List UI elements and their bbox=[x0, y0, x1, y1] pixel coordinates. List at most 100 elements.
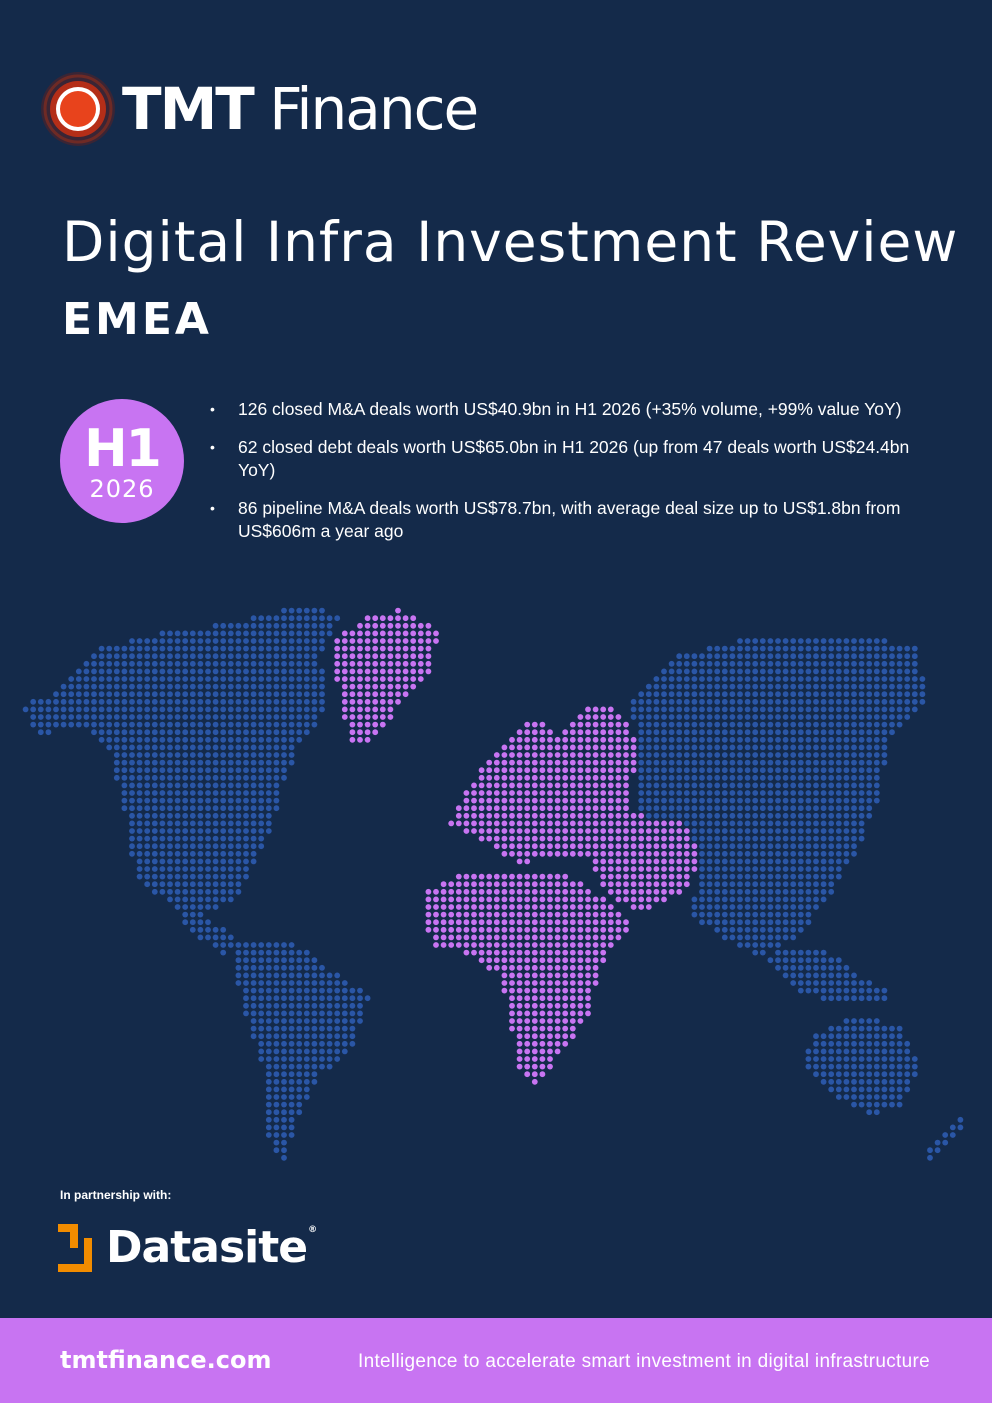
map-dot bbox=[395, 653, 401, 660]
map-dot bbox=[706, 744, 713, 751]
map-dot bbox=[866, 1094, 873, 1100]
map-dot bbox=[714, 653, 721, 660]
map-dot bbox=[243, 1010, 249, 1017]
map-dot bbox=[531, 942, 538, 948]
map-dot bbox=[797, 744, 804, 751]
map-dot bbox=[797, 820, 804, 827]
map-dot bbox=[197, 676, 204, 682]
map-dot bbox=[615, 926, 622, 933]
map-dot bbox=[767, 881, 774, 888]
map-dot bbox=[813, 660, 819, 667]
map-dot bbox=[303, 676, 310, 682]
map-dot bbox=[737, 668, 743, 675]
map-dot bbox=[349, 698, 356, 705]
map-dot bbox=[159, 805, 166, 812]
map-dot bbox=[790, 676, 797, 682]
map-dot bbox=[767, 714, 774, 720]
map-dot bbox=[881, 1101, 888, 1108]
datasite-logo[interactable]: Datasite® bbox=[58, 1222, 317, 1274]
map-dot bbox=[448, 919, 455, 926]
map-dot bbox=[843, 858, 850, 865]
map-dot bbox=[630, 736, 637, 743]
map-dot bbox=[303, 1002, 310, 1009]
map-dot bbox=[759, 729, 766, 736]
map-dot bbox=[630, 767, 637, 774]
map-dot bbox=[227, 888, 234, 895]
map-dot bbox=[858, 790, 865, 796]
map-dot bbox=[592, 904, 599, 910]
map-dot bbox=[326, 972, 333, 979]
map-dot bbox=[220, 790, 227, 796]
map-dot bbox=[699, 888, 705, 895]
tmt-finance-logo[interactable]: TMT Finance bbox=[40, 70, 479, 148]
map-dot bbox=[577, 896, 584, 903]
map-dot bbox=[258, 1033, 265, 1040]
map-dot bbox=[227, 653, 234, 660]
map-dot bbox=[471, 881, 477, 888]
map-dot bbox=[904, 1040, 911, 1047]
map-dot bbox=[585, 850, 591, 857]
map-dot bbox=[68, 698, 75, 705]
map-dot bbox=[189, 790, 196, 796]
map-dot bbox=[296, 1040, 303, 1047]
map-dot bbox=[668, 850, 675, 857]
map-dot bbox=[813, 820, 819, 827]
map-dot bbox=[721, 759, 728, 766]
map-dot bbox=[227, 638, 234, 644]
map-dot bbox=[197, 835, 204, 842]
map-dot bbox=[737, 926, 743, 933]
map-dot bbox=[395, 645, 401, 652]
map-dot bbox=[805, 714, 812, 720]
map-dot bbox=[858, 820, 865, 827]
map-dot bbox=[509, 904, 515, 910]
map-dot bbox=[828, 1078, 835, 1085]
map-dot bbox=[881, 1094, 888, 1100]
map-dot bbox=[524, 752, 531, 758]
map-dot bbox=[714, 645, 721, 652]
map-dot bbox=[828, 782, 835, 789]
map-dot bbox=[144, 774, 151, 781]
map-dot bbox=[174, 668, 181, 675]
footer-url-link[interactable]: tmtfinance.com bbox=[60, 1346, 271, 1374]
map-dot bbox=[281, 706, 287, 713]
map-dot bbox=[592, 782, 599, 789]
map-dot bbox=[174, 752, 181, 758]
map-dot bbox=[881, 638, 888, 644]
map-dot bbox=[524, 782, 531, 789]
map-dot bbox=[341, 1048, 348, 1055]
map-dot bbox=[668, 805, 675, 812]
map-dot bbox=[121, 805, 128, 812]
map-dot bbox=[547, 790, 553, 796]
map-dot bbox=[767, 721, 774, 728]
map-dot bbox=[296, 1018, 303, 1024]
map-dot bbox=[144, 812, 151, 819]
map-dot bbox=[699, 714, 705, 720]
map-dot bbox=[691, 721, 698, 728]
map-dot bbox=[227, 774, 234, 781]
map-dot bbox=[638, 790, 645, 796]
map-dot bbox=[805, 858, 812, 865]
map-dot bbox=[585, 843, 591, 850]
map-dot bbox=[113, 752, 120, 758]
map-dot bbox=[569, 987, 576, 994]
map-dot bbox=[554, 812, 561, 819]
map-dot bbox=[273, 1094, 280, 1100]
map-dot bbox=[828, 729, 835, 736]
map-dot bbox=[281, 1147, 287, 1154]
map-dot bbox=[881, 1063, 888, 1070]
map-dot bbox=[531, 790, 538, 796]
map-dot bbox=[911, 691, 918, 698]
map-dot bbox=[372, 622, 379, 629]
map-dot bbox=[227, 698, 234, 705]
map-dot bbox=[638, 698, 645, 705]
map-dot bbox=[790, 714, 797, 720]
map-dot bbox=[493, 911, 500, 918]
map-dot bbox=[471, 888, 477, 895]
map-dot bbox=[182, 729, 189, 736]
map-dot bbox=[174, 767, 181, 774]
map-dot bbox=[645, 767, 652, 774]
map-dot bbox=[121, 683, 128, 690]
map-dot bbox=[851, 1018, 857, 1024]
map-dot bbox=[600, 744, 607, 751]
map-dot bbox=[805, 850, 812, 857]
